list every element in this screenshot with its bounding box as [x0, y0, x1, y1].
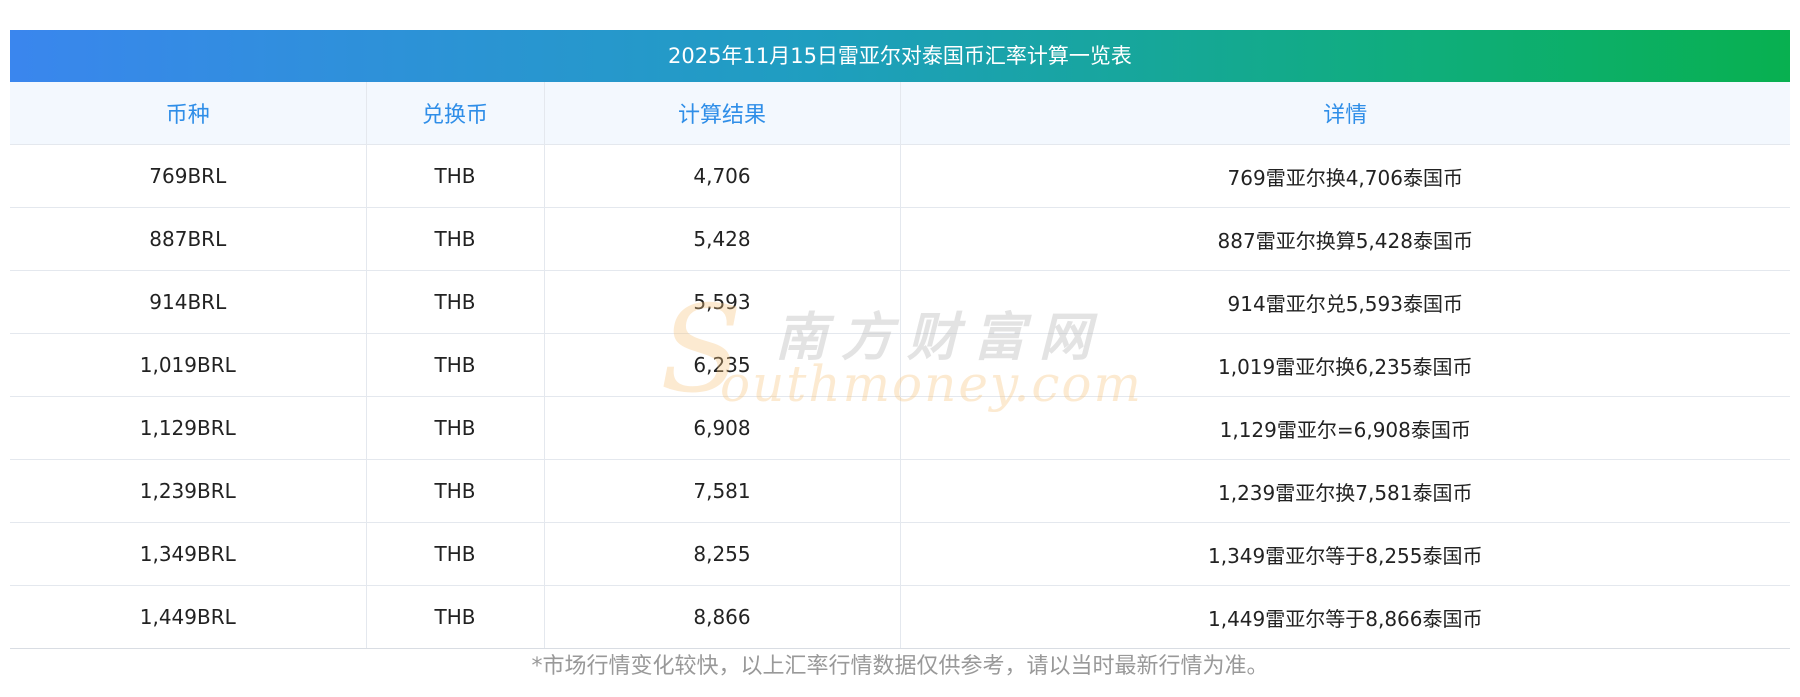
table-row: 887BRL THB 5,428 887雷亚尔换算5,428泰国币: [10, 207, 1790, 271]
cell-result: 5,593: [543, 270, 900, 334]
cell-target: THB: [365, 459, 544, 523]
cell-target: THB: [365, 144, 544, 208]
table-header-row: 币种 兑换币 计算结果 详情: [10, 82, 1790, 145]
table-row: 1,129BRL THB 6,908 1,129雷亚尔=6,908泰国币: [10, 396, 1790, 460]
cell-result: 6,235: [543, 333, 900, 397]
cell-result: 7,581: [543, 459, 900, 523]
cell-detail: 887雷亚尔换算5,428泰国币: [899, 207, 1790, 271]
cell-currency: 769BRL: [10, 144, 366, 208]
cell-detail: 1,019雷亚尔换6,235泰国币: [899, 333, 1790, 397]
cell-target: THB: [365, 270, 544, 334]
cell-target: THB: [365, 207, 544, 271]
cell-result: 8,866: [543, 585, 900, 649]
cell-result: 8,255: [543, 522, 900, 586]
header-currency: 币种: [10, 82, 366, 145]
cell-target: THB: [365, 522, 544, 586]
table-title: 2025年11月15日雷亚尔对泰国币汇率计算一览表: [10, 30, 1790, 82]
cell-currency: 1,129BRL: [10, 396, 366, 460]
cell-detail: 1,449雷亚尔等于8,866泰国币: [899, 585, 1790, 649]
cell-currency: 887BRL: [10, 207, 366, 271]
rate-table-container: 2025年11月15日雷亚尔对泰国币汇率计算一览表 币种 兑换币 计算结果 详情…: [10, 30, 1790, 649]
cell-result: 6,908: [543, 396, 900, 460]
cell-target: THB: [365, 585, 544, 649]
header-result: 计算结果: [543, 82, 900, 145]
cell-detail: 1,239雷亚尔换7,581泰国币: [899, 459, 1790, 523]
cell-currency: 1,019BRL: [10, 333, 366, 397]
cell-detail: 1,129雷亚尔=6,908泰国币: [899, 396, 1790, 460]
cell-detail: 914雷亚尔兑5,593泰国币: [899, 270, 1790, 334]
table-row: 1,449BRL THB 8,866 1,449雷亚尔等于8,866泰国币: [10, 585, 1790, 649]
cell-detail: 1,349雷亚尔等于8,255泰国币: [899, 522, 1790, 586]
disclaimer-note: *市场行情变化较快，以上汇率行情数据仅供参考，请以当时最新行情为准。: [531, 654, 1269, 679]
cell-currency: 1,349BRL: [10, 522, 366, 586]
cell-detail: 769雷亚尔换4,706泰国币: [899, 144, 1790, 208]
cell-result: 4,706: [543, 144, 900, 208]
table-row: 1,019BRL THB 6,235 1,019雷亚尔换6,235泰国币: [10, 333, 1790, 397]
table-row: 1,349BRL THB 8,255 1,349雷亚尔等于8,255泰国币: [10, 522, 1790, 586]
cell-currency: 914BRL: [10, 270, 366, 334]
cell-target: THB: [365, 333, 544, 397]
table-row: 914BRL THB 5,593 914雷亚尔兑5,593泰国币: [10, 270, 1790, 334]
cell-target: THB: [365, 396, 544, 460]
cell-currency: 1,239BRL: [10, 459, 366, 523]
cell-currency: 1,449BRL: [10, 585, 366, 649]
exchange-rate-table: 币种 兑换币 计算结果 详情 769BRL THB 4,706 769雷亚尔换4…: [10, 82, 1790, 649]
table-row: 1,239BRL THB 7,581 1,239雷亚尔换7,581泰国币: [10, 459, 1790, 523]
header-detail: 详情: [899, 82, 1790, 145]
cell-result: 5,428: [543, 207, 900, 271]
header-target-currency: 兑换币: [365, 82, 544, 145]
table-row: 769BRL THB 4,706 769雷亚尔换4,706泰国币: [10, 144, 1790, 208]
